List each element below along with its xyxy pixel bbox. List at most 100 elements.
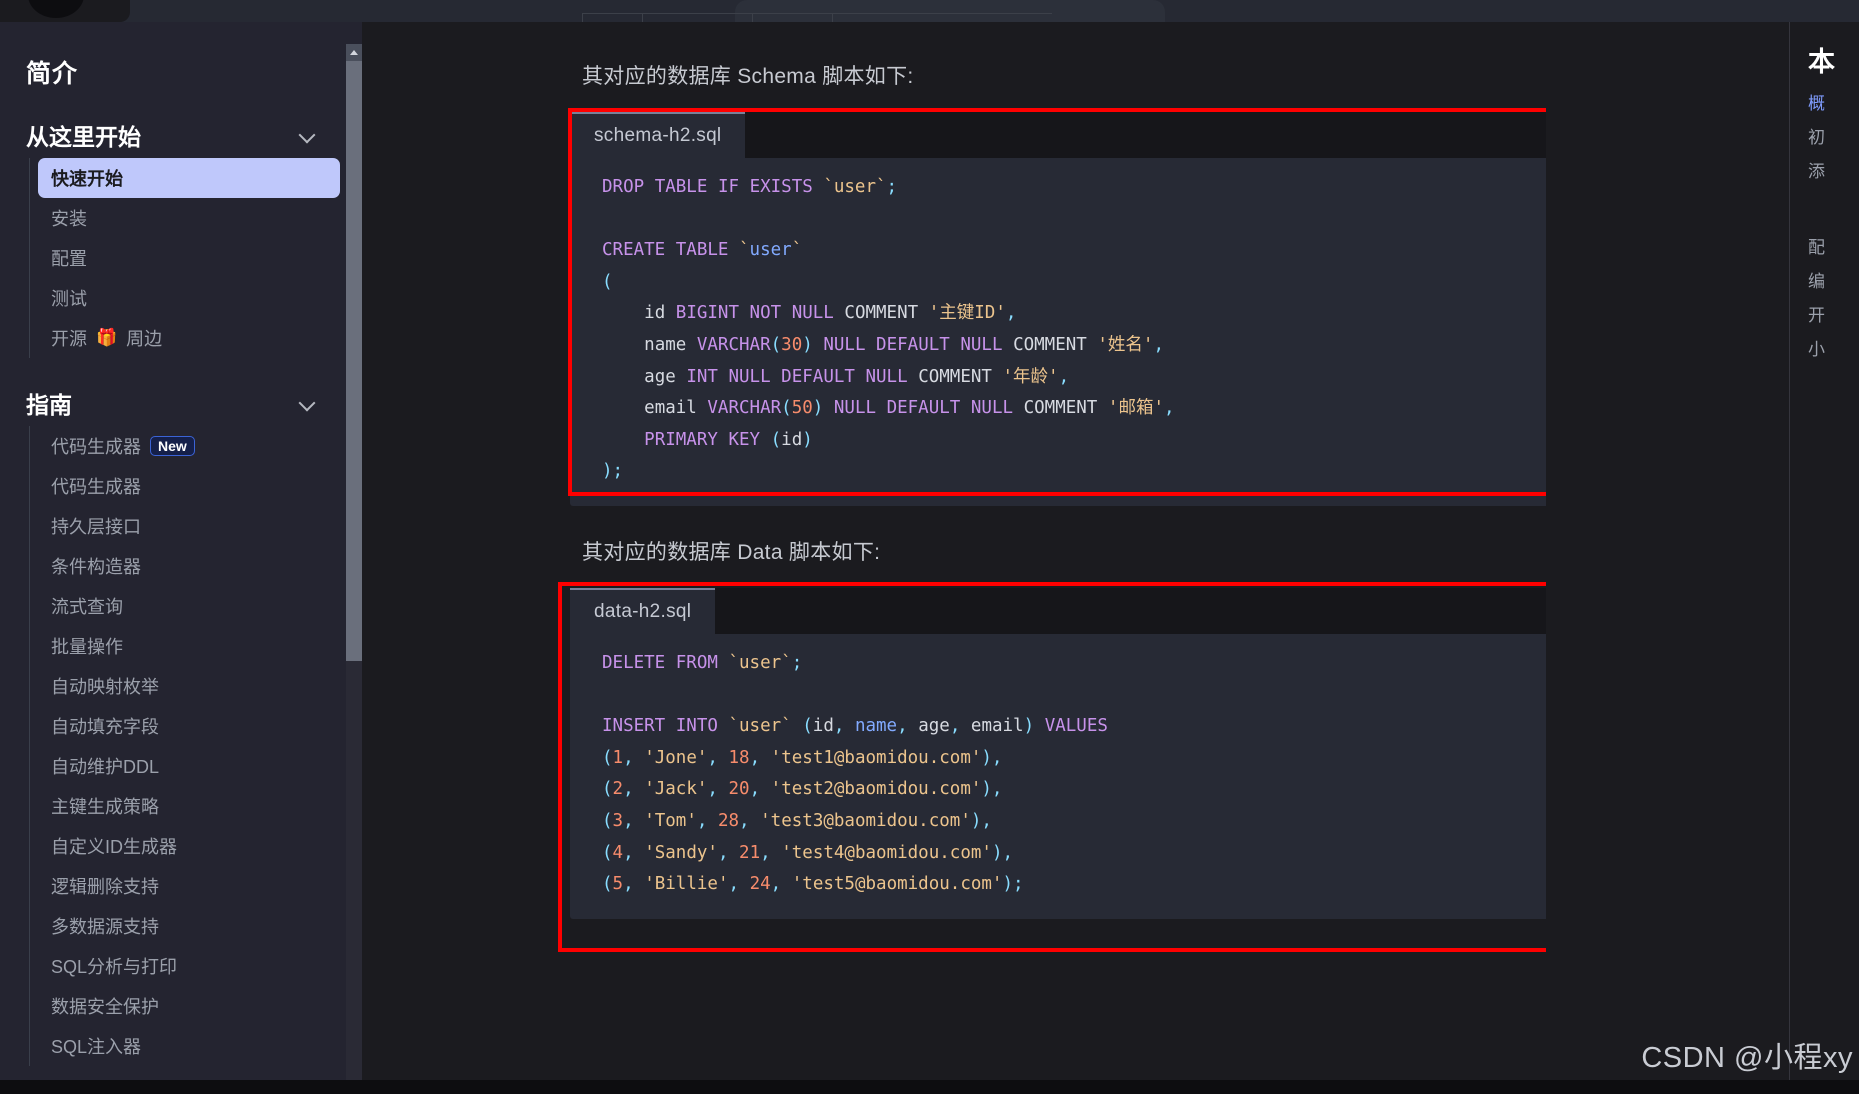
sidebar-item-label: 条件构造器 xyxy=(51,553,141,579)
gift-icon: 🎁 xyxy=(96,328,117,348)
content-tab-2[interactable] xyxy=(642,13,752,22)
scrollbar-thumb[interactable] xyxy=(346,61,362,661)
code-line xyxy=(570,680,1546,712)
code-line: PRIMARY KEY (id) xyxy=(570,425,1546,457)
sidebar-item-code-generator-new[interactable]: 代码生成器 New xyxy=(30,426,340,466)
code-line: DELETE FROM `user`; xyxy=(570,648,1546,680)
sidebar-item-label: 快速开始 xyxy=(51,165,123,191)
schema-code-body[interactable]: DROP TABLE IF EXISTS `user`; CREATE TABL… xyxy=(570,158,1546,506)
data-code-block: data-h2.sql DELETE FROM `user`; INSERT I… xyxy=(570,588,1546,919)
code-line: DROP TABLE IF EXISTS `user`; xyxy=(570,172,1546,204)
content-tab-bar xyxy=(582,0,1052,22)
sidebar-item-data-security[interactable]: 数据安全保护 xyxy=(30,986,340,1026)
bottom-bar xyxy=(0,1080,1859,1094)
sidebar-item-condition-builder[interactable]: 条件构造器 xyxy=(30,546,340,586)
toc-item-start[interactable]: 开 xyxy=(1808,299,1859,333)
sidebar-item-label: 自定义ID生成器 xyxy=(51,833,177,859)
toc-item-write[interactable]: 编 xyxy=(1808,265,1859,299)
csdn-watermark: CSDN @小程xy xyxy=(1641,1034,1853,1076)
sidebar-item-label: 自动填充字段 xyxy=(51,713,159,739)
sidebar-scrollbar[interactable] xyxy=(346,44,362,1094)
sidebar-item-auto-ddl[interactable]: 自动维护DDL xyxy=(30,746,340,786)
code-line: INSERT INTO `user` (id, name, age, email… xyxy=(570,711,1546,743)
sidebar-item-label: SQL分析与打印 xyxy=(51,953,177,979)
data-code-body[interactable]: DELETE FROM `user`; INSERT INTO `user` (… xyxy=(570,634,1546,919)
sidebar-item-label: 多数据源支持 xyxy=(51,913,159,939)
toc-divider xyxy=(1789,22,1790,1094)
sidebar-item-quick-start[interactable]: 快速开始 xyxy=(38,158,340,198)
sidebar-item-sql-analysis[interactable]: SQL分析与打印 xyxy=(30,946,340,986)
sidebar-item-logic-delete[interactable]: 逻辑删除支持 xyxy=(30,866,340,906)
sidebar-item-label: 安装 xyxy=(51,205,87,231)
sidebar-item-auto-map-enum[interactable]: 自动映射枚举 xyxy=(30,666,340,706)
sidebar-item-persistence-api[interactable]: 持久层接口 xyxy=(30,506,340,546)
sidebar-item-label: 批量操作 xyxy=(51,633,123,659)
code-line: id BIGINT NOT NULL COMMENT '主键ID', xyxy=(570,298,1546,330)
code-line: CREATE TABLE `user` xyxy=(570,235,1546,267)
content-tab-1[interactable] xyxy=(582,13,642,22)
content-tab-3[interactable] xyxy=(752,13,832,22)
sidebar-item-label: 流式查询 xyxy=(51,593,123,619)
chevron-down-icon xyxy=(300,395,316,411)
sidebar-item-label: 代码生成器 xyxy=(51,433,141,459)
sidebar-item-custom-id-generator[interactable]: 自定义ID生成器 xyxy=(30,826,340,866)
sidebar-item-opensource[interactable]: 开源 🎁 周边 xyxy=(30,318,340,358)
toc-title: 本 xyxy=(1808,40,1859,79)
schema-code-block: schema-h2.sql DROP TABLE IF EXISTS `user… xyxy=(570,112,1546,506)
data-file-tab[interactable]: data-h2.sql xyxy=(570,588,715,634)
content-tab-4[interactable] xyxy=(832,13,1052,22)
toc-item-init[interactable]: 初 xyxy=(1808,121,1859,155)
sidebar-item-multi-datasource[interactable]: 多数据源支持 xyxy=(30,906,340,946)
toc-spacer xyxy=(1808,189,1859,231)
sidebar-group-list-start: 快速开始 安装 配置 测试 开源 🎁 周边 xyxy=(29,158,340,358)
documentation-page: 简介 从这里开始 快速开始 安装 配置 测试 xyxy=(0,0,1859,1094)
sidebar-item-code-generator[interactable]: 代码生成器 xyxy=(30,466,340,506)
code-line: ); xyxy=(570,456,1546,488)
code-line: name VARCHAR(30) NULL DEFAULT NULL COMME… xyxy=(570,330,1546,362)
sidebar-item-primary-key-strategy[interactable]: 主键生成策略 xyxy=(30,786,340,826)
sidebar-item-label: 测试 xyxy=(51,285,87,311)
code-line xyxy=(570,204,1546,236)
code-line: (3, 'Tom', 28, 'test3@baomidou.com'), xyxy=(570,806,1546,838)
chevron-down-icon xyxy=(300,127,316,143)
sidebar-item-label: 代码生成器 xyxy=(51,473,141,499)
schema-code-tabbar: schema-h2.sql xyxy=(570,112,1546,158)
sidebar-item-auto-fill-fields[interactable]: 自动填充字段 xyxy=(30,706,340,746)
sidebar-group-header-guide[interactable]: 指南 xyxy=(26,386,340,420)
new-badge: New xyxy=(150,436,195,456)
code-line: email VARCHAR(50) NULL DEFAULT NULL COMM… xyxy=(570,393,1546,425)
schema-code-block-wrapper: schema-h2.sql DROP TABLE IF EXISTS `user… xyxy=(570,112,1546,506)
toc-item-configure[interactable]: 配 xyxy=(1808,231,1859,265)
sidebar-item-label: 数据安全保护 xyxy=(51,993,159,1019)
sidebar-item-test[interactable]: 测试 xyxy=(30,278,340,318)
data-code-tabbar: data-h2.sql xyxy=(570,588,1546,634)
main-content: 其对应的数据库 Schema 脚本如下: schema-h2.sql DROP … xyxy=(378,22,1546,1094)
sidebar-group-header-start[interactable]: 从这里开始 xyxy=(26,118,340,152)
sidebar-item-batch-operations[interactable]: 批量操作 xyxy=(30,626,340,666)
scroll-up-arrow-icon[interactable] xyxy=(346,44,362,61)
toc-list: 本 概 初 添 配 编 开 小 xyxy=(1808,40,1859,367)
schema-file-tab[interactable]: schema-h2.sql xyxy=(570,112,745,158)
sidebar-item-install[interactable]: 安装 xyxy=(30,198,340,238)
sidebar-section-intro[interactable]: 简介 xyxy=(26,54,340,90)
code-line: (5, 'Billie', 24, 'test5@baomidou.com'); xyxy=(570,869,1546,901)
sidebar-item-label: 逻辑删除支持 xyxy=(51,873,159,899)
code-line: (2, 'Jack', 20, 'test2@baomidou.com'), xyxy=(570,774,1546,806)
code-line: age INT NULL DEFAULT NULL COMMENT '年龄', xyxy=(570,362,1546,394)
toc-item-summary[interactable]: 小 xyxy=(1808,333,1859,367)
sidebar-item-stream-query[interactable]: 流式查询 xyxy=(30,586,340,626)
sidebar-item-label: 自动映射枚举 xyxy=(51,673,159,699)
paragraph-schema-intro: 其对应的数据库 Schema 脚本如下: xyxy=(582,60,1546,90)
toc-item-overview[interactable]: 概 xyxy=(1808,87,1859,121)
code-line: (1, 'Jone', 18, 'test1@baomidou.com'), xyxy=(570,743,1546,775)
sidebar-item-label: 持久层接口 xyxy=(51,513,141,539)
sidebar-item-label: 配置 xyxy=(51,245,87,271)
sidebar-item-label: SQL注入器 xyxy=(51,1033,141,1059)
sidebar-nav: 简介 从这里开始 快速开始 安装 配置 测试 xyxy=(0,22,362,1094)
code-line: ( xyxy=(570,267,1546,299)
sidebar-item-config[interactable]: 配置 xyxy=(30,238,340,278)
sidebar-item-sql-injector[interactable]: SQL注入器 xyxy=(30,1026,340,1066)
sidebar-group-list-guide: 代码生成器 New 代码生成器 持久层接口 条件构造器 流式查询 批量操作 xyxy=(29,426,340,1066)
toc-item-add[interactable]: 添 xyxy=(1808,155,1859,189)
paragraph-data-intro: 其对应的数据库 Data 脚本如下: xyxy=(582,536,1546,566)
